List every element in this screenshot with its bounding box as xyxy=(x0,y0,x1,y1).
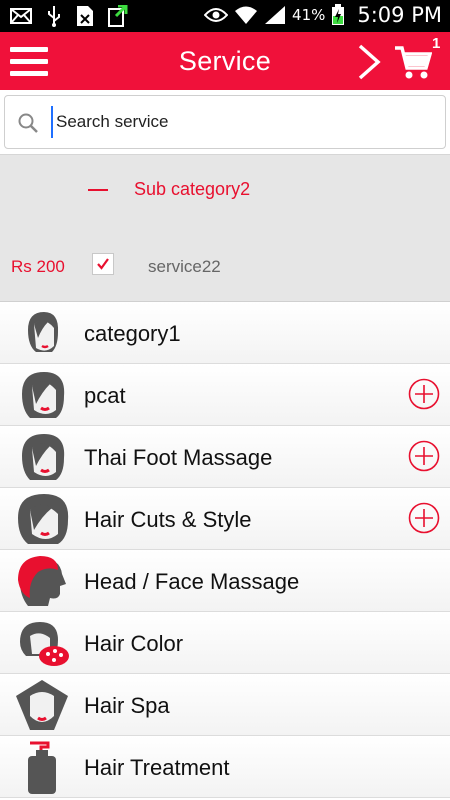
eye-icon xyxy=(204,8,229,22)
category-label: Hair Spa xyxy=(84,693,170,718)
woman-head-icon xyxy=(28,312,59,352)
service-checkbox[interactable] xyxy=(92,253,114,275)
collapse-icon[interactable] xyxy=(88,189,108,191)
battery-percent: 41% xyxy=(292,6,326,24)
hair-spa-icon xyxy=(16,680,68,730)
search-box[interactable] xyxy=(4,95,446,149)
woman-head-icon xyxy=(22,372,65,418)
list-item[interactable]: Thai Foot Massage xyxy=(0,426,450,488)
list-item[interactable]: category1 xyxy=(0,302,450,364)
category-list: category1 pcat Thai Foot Massage Hair Cu… xyxy=(0,302,450,798)
subcategory-header[interactable]: Sub category2 xyxy=(0,154,450,229)
list-item[interactable]: Head / Face Massage xyxy=(0,550,450,612)
download-icon xyxy=(108,5,128,27)
sim-icon xyxy=(77,6,93,26)
chevron-right-icon[interactable] xyxy=(356,44,382,80)
expand-plus-icon[interactable] xyxy=(408,440,440,472)
wifi-icon xyxy=(235,6,258,24)
category-label: category1 xyxy=(84,321,181,346)
signal-icon xyxy=(265,6,286,24)
list-item[interactable]: pcat xyxy=(0,364,450,426)
category-label: Hair Color xyxy=(84,631,184,656)
checkmark-icon xyxy=(97,258,109,270)
list-item[interactable]: Hair Color xyxy=(0,612,450,674)
search-area xyxy=(0,90,450,154)
list-item[interactable]: Hair Treatment xyxy=(0,736,450,798)
category-label: Hair Treatment xyxy=(84,755,230,780)
clock: 5:09 PM xyxy=(357,3,442,27)
category-label: Thai Foot Massage xyxy=(84,445,273,470)
search-icon xyxy=(18,113,38,133)
subcategory-label: Sub category2 xyxy=(134,179,251,199)
category-label: Head / Face Massage xyxy=(84,569,300,594)
expand-plus-icon[interactable] xyxy=(408,378,440,410)
bottle-icon xyxy=(28,741,56,794)
email-icon xyxy=(10,8,32,24)
search-input[interactable] xyxy=(51,106,436,138)
category-label: Hair Cuts & Style xyxy=(84,507,252,532)
cart-icon[interactable] xyxy=(394,44,432,80)
woman-head-icon xyxy=(22,434,65,480)
list-item[interactable]: Hair Cuts & Style xyxy=(0,488,450,550)
expand-plus-icon[interactable] xyxy=(408,502,440,534)
page-title: Service xyxy=(178,46,272,76)
cart-badge: 1 xyxy=(432,35,441,52)
battery-icon xyxy=(332,4,345,25)
list-item[interactable]: Hair Spa xyxy=(0,674,450,736)
service-name: service22 xyxy=(148,257,221,276)
usb-icon xyxy=(48,6,60,27)
woman-head-icon xyxy=(18,494,69,544)
head-massage-icon xyxy=(18,556,66,606)
category-label: pcat xyxy=(84,383,126,408)
service-price: Rs 200 xyxy=(11,257,65,276)
toolbar: Service 1 xyxy=(0,32,450,90)
status-bar: 41% 5:09 PM xyxy=(0,0,450,32)
service-row[interactable]: Rs 200 service22 xyxy=(0,228,450,302)
hair-color-icon xyxy=(20,622,69,666)
